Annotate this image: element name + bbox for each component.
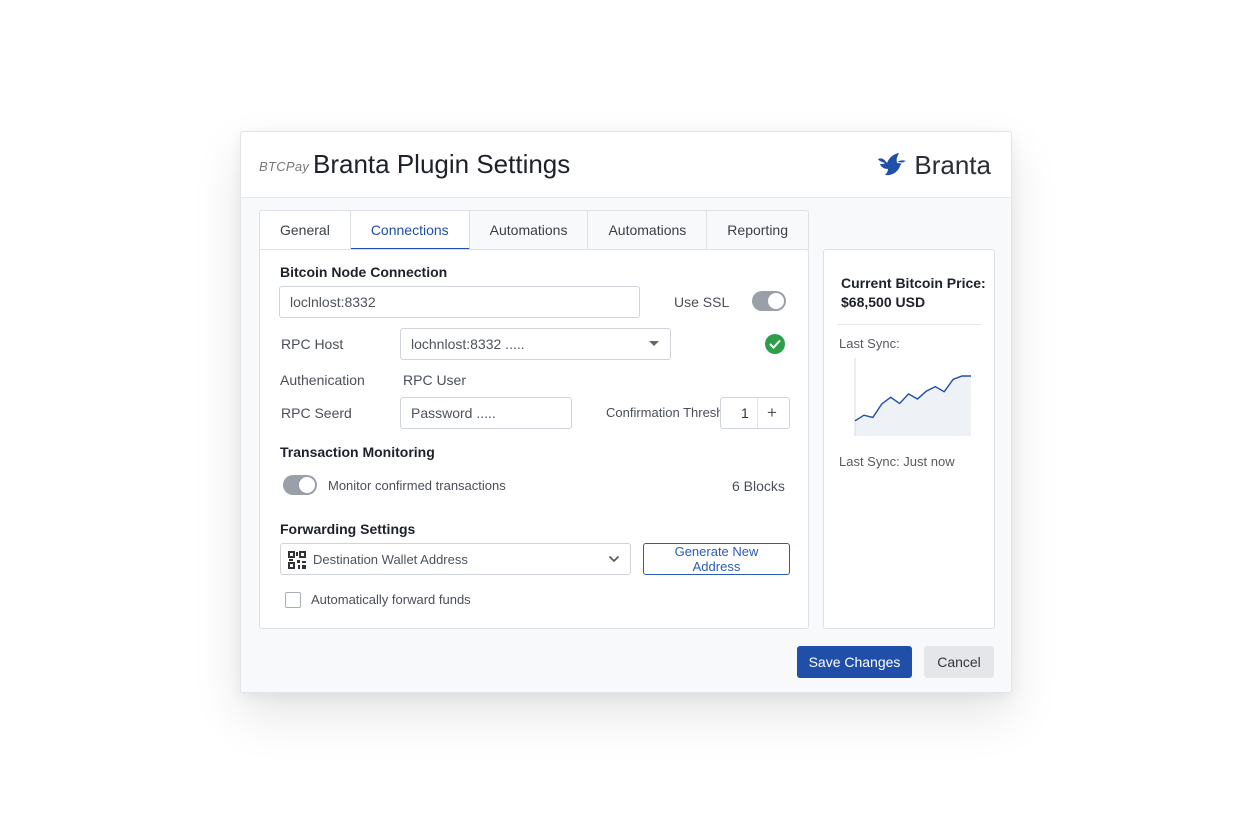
last-sync-label: Last Sync: [839,336,900,351]
plus-icon[interactable]: + [767,403,777,423]
settings-dialog: BTCPay Branta Plugin Settings Branta Gen… [240,131,1012,693]
connections-panel: Bitcoin Node Connection loclnlost:8332 U… [259,249,809,629]
use-ssl-toggle[interactable] [752,291,786,311]
tab-reporting[interactable]: Reporting [707,210,809,250]
rpc-user-label: RPC User [403,372,467,388]
tab-automations-2[interactable]: Automations [588,210,708,250]
blocks-count: 6 Blocks [732,478,785,494]
dialog-header: BTCPay Branta Plugin Settings Branta [241,132,1011,198]
node-host-input[interactable]: loclnlost:8332 [279,286,640,318]
destination-wallet-placeholder: Destination Wallet Address [313,551,468,567]
tab-connections[interactable]: Connections [350,210,470,250]
price-value: $68,500 USD [841,294,926,310]
page-title: Branta Plugin Settings [313,149,571,179]
chevron-down-icon [649,341,659,346]
tab-bar: General Connections Automations Automati… [259,210,809,250]
chevron-down-icon [608,555,620,563]
toggle-knob [299,477,315,493]
confirmation-threshold-stepper[interactable]: 1 + [720,397,790,429]
qr-code-icon [288,551,306,569]
auto-forward-label: Automatically forward funds [311,592,471,607]
monitor-label: Monitor confirmed transactions [328,478,506,493]
brand-name: Branta [914,149,991,180]
section-title-monitoring: Transaction Monitoring [280,444,435,460]
generate-address-button[interactable]: Generate New Address [643,543,790,575]
cancel-button[interactable]: Cancel [924,646,994,678]
section-title-node: Bitcoin Node Connection [280,264,448,280]
stepper-divider [757,398,758,428]
toggle-knob [768,293,784,309]
price-title: Current Bitcoin Price: [841,275,986,291]
app-logo: BTCPay [259,159,310,174]
tab-general[interactable]: General [259,210,351,250]
authentication-label: Authenication [280,372,365,388]
last-sync-status: Last Sync: Just now [839,454,955,469]
rpc-host-label: RPC Host [281,336,344,352]
use-ssl-label: Use SSL [674,294,730,310]
price-side-panel: Current Bitcoin Price: $68,500 USD Last … [823,249,995,629]
stepper-value: 1 [741,405,749,421]
save-button[interactable]: Save Changes [797,646,912,678]
bird-icon [878,153,907,176]
price-box: Current Bitcoin Price: $68,500 USD [841,274,991,312]
brand-logo: Branta [876,149,991,181]
auto-forward-checkbox[interactable] [285,592,301,608]
tab-automations[interactable]: Automations [469,210,589,250]
price-sparkline [854,358,971,436]
checkmark-icon [769,339,781,349]
rpc-secret-label: RPC Seerd [281,405,352,421]
monitor-toggle[interactable] [283,475,317,495]
section-title-forwarding: Forwarding Settings [280,521,416,537]
rpc-host-select[interactable]: lochnlost:8332 ..... [400,328,671,360]
password-input[interactable]: Password ..... [400,397,572,429]
connection-ok-icon [765,334,785,354]
sparkline-area [855,376,971,436]
divider [838,324,982,325]
destination-wallet-select[interactable]: Destination Wallet Address [280,543,631,575]
rpc-host-value: lochnlost:8332 ..... [411,336,525,352]
